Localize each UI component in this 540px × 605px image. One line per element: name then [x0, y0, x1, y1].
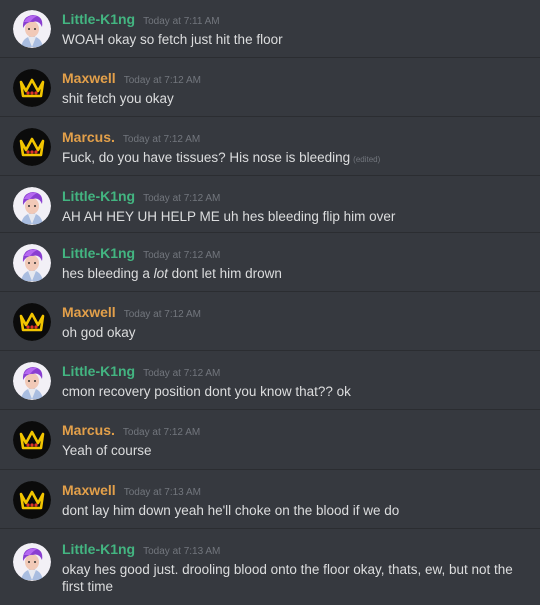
message-text: oh god okay [62, 325, 136, 340]
message: Maxwell Today at 7:12 AM oh god okay [0, 293, 540, 351]
timestamp: Today at 7:13 AM [123, 487, 201, 498]
crown-avatar-icon [13, 303, 51, 341]
message-header: Little-K1ng Today at 7:12 AM [62, 363, 220, 381]
purple-hair-avatar-icon [13, 543, 51, 581]
edited-marker: (edited) [353, 155, 381, 164]
purple-hair-avatar-icon [13, 362, 51, 400]
message-text: Yeah of course [62, 443, 152, 458]
timestamp: Today at 7:12 AM [143, 193, 221, 204]
message: Marcus. Today at 7:12 AM Yeah of course [0, 411, 540, 470]
message-header: Little-K1ng Today at 7:12 AM [62, 188, 220, 206]
username[interactable]: Marcus. [62, 422, 115, 438]
timestamp: Today at 7:12 AM [123, 75, 201, 86]
timestamp: Today at 7:12 AM [122, 134, 201, 145]
avatar[interactable] [13, 128, 51, 166]
message-header: Little-K1ng Today at 7:11 AM [62, 11, 220, 29]
avatar[interactable] [13, 187, 51, 225]
message-text: hes bleeding a lot dont let him drown [62, 265, 528, 282]
avatar[interactable] [13, 244, 51, 282]
message-text-part: hes bleeding a [62, 266, 154, 281]
message-text: dont lay him down yeah he'll choke on th… [62, 503, 400, 518]
message: Little-K1ng Today at 7:13 AM okay hes goo… [0, 530, 540, 605]
message-header: Marcus. Today at 7:12 AM [62, 422, 200, 440]
message-text: WOAH okay so fetch just hit the floor [62, 32, 283, 47]
avatar[interactable] [13, 69, 51, 107]
message-header: Little-K1ng Today at 7:12 AM [62, 245, 220, 263]
username[interactable]: Little-K1ng [62, 11, 135, 27]
avatar[interactable] [13, 421, 51, 459]
username[interactable]: Marcus. [62, 129, 115, 145]
timestamp: Today at 7:12 AM [143, 250, 221, 261]
message-text: AH AH HEY UH HELP ME uh hes bleeding fli… [62, 209, 396, 224]
username[interactable]: Little-K1ng [62, 363, 135, 379]
username[interactable]: Little-K1ng [62, 541, 135, 557]
timestamp: Today at 7:12 AM [122, 427, 201, 438]
timestamp: Today at 7:13 AM [143, 546, 221, 557]
avatar[interactable] [13, 481, 51, 519]
avatar[interactable] [13, 543, 51, 581]
crown-avatar-icon [13, 481, 51, 519]
avatar[interactable] [13, 303, 51, 341]
username[interactable]: Maxwell [62, 70, 116, 86]
purple-hair-avatar-icon [13, 187, 51, 225]
message-header: Maxwell Today at 7:13 AM [62, 482, 201, 500]
username[interactable]: Little-K1ng [62, 245, 135, 261]
avatar[interactable] [13, 10, 51, 48]
message: Little-K1ng Today at 7:11 AM WOAH okay so… [0, 0, 540, 58]
timestamp: Today at 7:12 AM [123, 309, 201, 320]
purple-hair-avatar-icon [13, 10, 51, 48]
message-text-part: dont let him drown [167, 266, 282, 281]
avatar[interactable] [13, 362, 51, 400]
message-text: cmon recovery position dont you know tha… [62, 384, 351, 399]
message: Little-K1ng Today at 7:12 AM hes bleeding… [0, 234, 540, 292]
message-text: okay hes good just. drooling blood onto … [62, 562, 513, 594]
message: Maxwell Today at 7:13 AM dont lay him dow… [0, 471, 540, 529]
message-text: Fuck, do you have tissues? His nose is b… [62, 149, 528, 168]
message: Maxwell Today at 7:12 AM shit fetch you o… [0, 59, 540, 117]
message-text-emphasis: lot [153, 266, 168, 281]
purple-hair-avatar-icon [13, 244, 51, 282]
message-header: Little-K1ng Today at 7:13 AM [62, 541, 220, 559]
message-header: Marcus. Today at 7:12 AM [62, 129, 200, 147]
crown-avatar-icon [13, 421, 51, 459]
chat-log: Little-K1ng Today at 7:11 AM WOAH okay so… [0, 0, 540, 605]
username[interactable]: Maxwell [62, 482, 116, 498]
message: Little-K1ng Today at 7:12 AM AH AH HEY UH… [0, 177, 540, 233]
username[interactable]: Maxwell [62, 304, 116, 320]
message-text: shit fetch you okay [62, 91, 174, 106]
username[interactable]: Little-K1ng [62, 188, 135, 204]
message: Little-K1ng Today at 7:12 AM cmon recover… [0, 352, 540, 410]
timestamp: Today at 7:11 AM [143, 16, 220, 27]
timestamp: Today at 7:12 AM [143, 368, 221, 379]
crown-avatar-icon [13, 128, 51, 166]
message-body: Fuck, do you have tissues? His nose is b… [62, 150, 351, 165]
message-header: Maxwell Today at 7:12 AM [62, 304, 201, 322]
message-header: Maxwell Today at 7:12 AM [62, 70, 201, 88]
crown-avatar-icon [13, 69, 51, 107]
message: Marcus. Today at 7:12 AM Fuck, do you hav… [0, 118, 540, 176]
